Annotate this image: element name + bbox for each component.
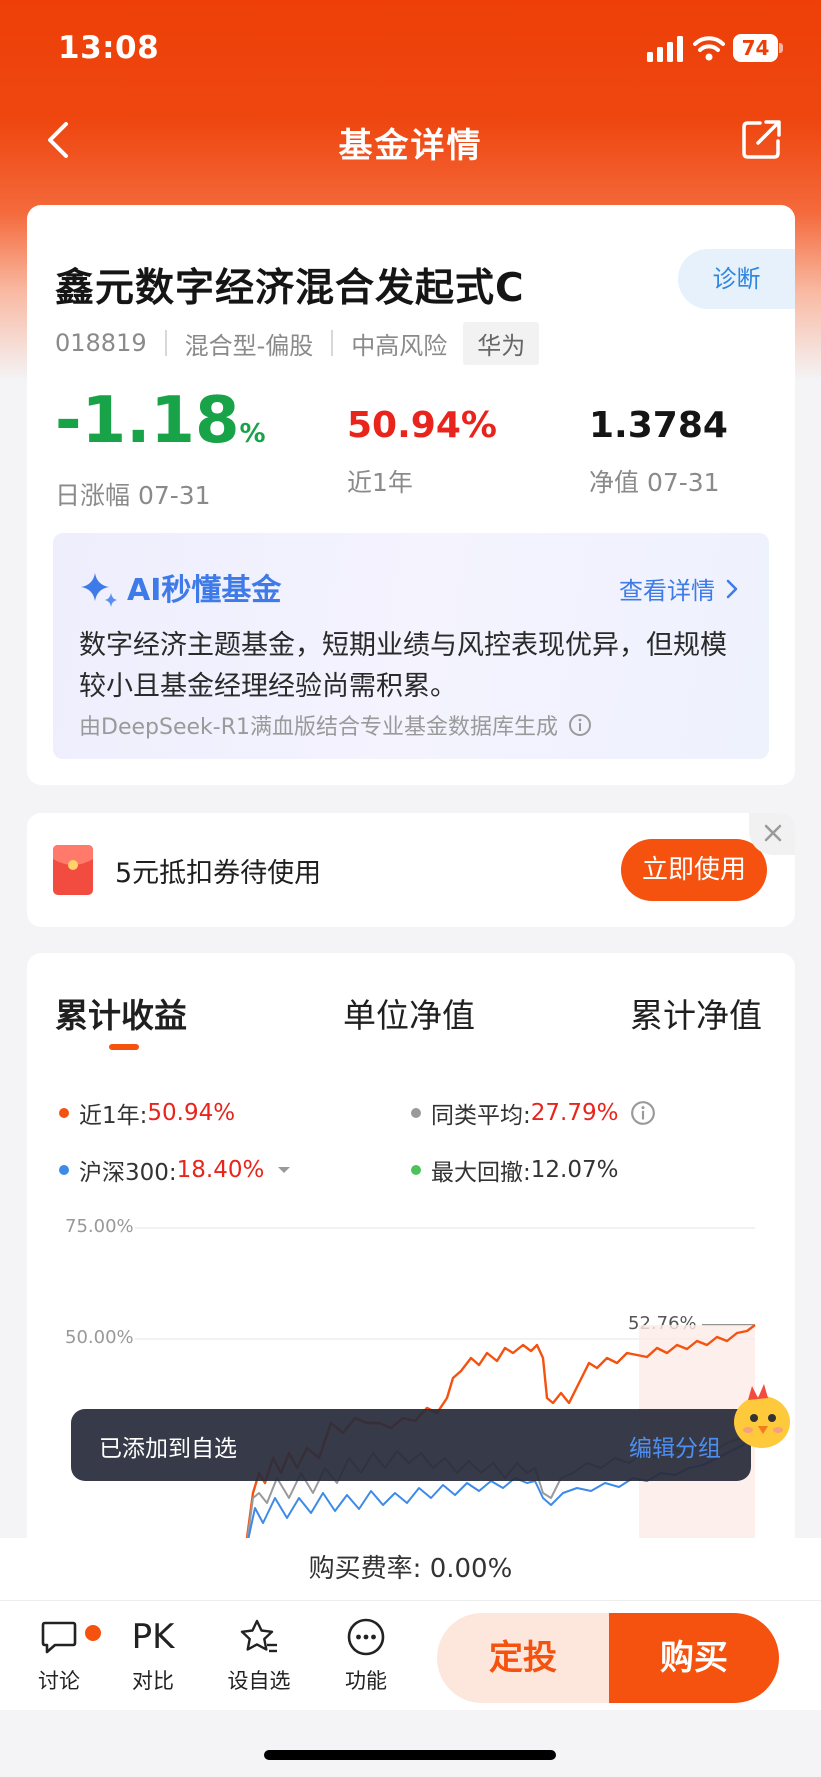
- diagnose-button[interactable]: 诊断: [678, 249, 795, 309]
- nav-label: 净值 07-31: [589, 468, 720, 497]
- fund-type: 混合型-偏股: [184, 331, 314, 360]
- notification-dot: [83, 1623, 103, 1643]
- one-year-value: 50.94%: [347, 405, 497, 446]
- status-time: 13:08: [58, 30, 160, 66]
- close-icon[interactable]: [749, 813, 795, 855]
- one-year-label: 近1年: [347, 468, 413, 497]
- fund-risk: 中高风险: [351, 331, 448, 360]
- ai-source-note: 由DeepSeek-R1满血版结合专业基金数据库生成: [79, 709, 592, 741]
- pk-icon: PK: [131, 1617, 175, 1657]
- ai-summary-title: AI秒懂基金: [127, 573, 282, 608]
- fund-name: 鑫元数字经济混合发起式C: [55, 266, 525, 311]
- ai-source-text: 由DeepSeek-R1满血版结合专业基金数据库生成: [79, 715, 558, 740]
- more-dots-icon: [347, 1618, 385, 1656]
- chat-bubble-icon: [41, 1621, 77, 1654]
- ai-view-details-label: 查看详情: [619, 577, 715, 605]
- compare-label: 对比: [132, 1669, 174, 1693]
- ai-view-details-link[interactable]: 查看详情: [619, 571, 739, 606]
- functions-label: 功能: [345, 1669, 387, 1693]
- coupon-text: 5元抵扣券待使用: [115, 858, 322, 889]
- star-list-icon: [240, 1619, 277, 1653]
- meta-divider: [331, 330, 334, 356]
- fund-theme-tag[interactable]: 华为: [463, 321, 540, 365]
- battery-icon: 74: [733, 34, 783, 62]
- one-year-stat: 50.94% 近1年: [347, 403, 497, 499]
- add-watchlist-button[interactable]: 设自选: [219, 1617, 299, 1695]
- sip-button[interactable]: 定投: [437, 1613, 609, 1703]
- fund-info-card: 鑫元数字经济混合发起式C 诊断 018819 混合型-偏股 中高风险 华为 -1…: [27, 205, 795, 785]
- ai-summary-box[interactable]: AI秒懂基金 查看详情 数字经济主题基金，短期业绩与风控表现优异，但规模较小且基…: [53, 533, 769, 759]
- fee-value: 0.00%: [429, 1554, 513, 1584]
- status-bar: 13:08 74: [0, 0, 821, 100]
- fund-meta: 018819 混合型-偏股 中高风险 华为: [55, 321, 540, 365]
- nav-value: 1.3784: [589, 405, 728, 446]
- wifi-icon: [693, 36, 725, 61]
- toast-added-to-watchlist: 已添加到自选 编辑分组: [71, 1409, 751, 1481]
- ai-sparkle-icon: [81, 573, 117, 607]
- edit-group-button[interactable]: 编辑分组: [629, 1429, 721, 1463]
- ai-summary-text: 数字经济主题基金，短期业绩与风控表现优异，但规模较小且基金经理经验尚需积累。: [79, 630, 727, 702]
- functions-button[interactable]: 功能: [326, 1617, 406, 1695]
- chick-mascot-icon[interactable]: [724, 1374, 796, 1456]
- toast-message: 已添加到自选: [99, 1436, 237, 1462]
- watchlist-label: 设自选: [227, 1669, 291, 1693]
- coupon-card: 5元抵扣券待使用 立即使用: [27, 813, 795, 927]
- share-icon[interactable]: [740, 117, 784, 161]
- meta-divider: [164, 330, 167, 356]
- cellular-signal-icon: [647, 36, 683, 62]
- daily-change-stat: -1.18% 日涨幅 07-31: [55, 385, 266, 512]
- chevron-right-icon: [726, 579, 738, 598]
- discuss-label: 讨论: [38, 1669, 80, 1693]
- fee-label: 购买费率:: [308, 1554, 422, 1584]
- daily-change-label: 日涨幅 07-31: [55, 481, 211, 510]
- nav-stat: 1.3784 净值 07-31: [589, 403, 728, 499]
- use-coupon-button[interactable]: 立即使用: [621, 839, 767, 901]
- info-icon[interactable]: [568, 713, 592, 737]
- daily-change-value: -1.18: [55, 384, 240, 458]
- page-title: 基金详情: [338, 126, 483, 166]
- home-indicator-area: [0, 1710, 821, 1777]
- daily-change-unit: %: [239, 419, 266, 449]
- purchase-fee-bar: 购买费率: 0.00%: [0, 1538, 821, 1600]
- buy-button[interactable]: 购买: [609, 1613, 779, 1703]
- red-envelope-icon: [53, 845, 93, 895]
- compare-button[interactable]: PK 对比: [113, 1617, 193, 1695]
- home-indicator[interactable]: [264, 1750, 556, 1760]
- nav-bar: 基金详情: [0, 100, 821, 180]
- bottom-action-bar: 讨论 PK 对比 设自选 功能 定投 购买: [0, 1600, 821, 1710]
- battery-level: 74: [741, 36, 770, 60]
- discuss-button[interactable]: 讨论: [19, 1617, 103, 1695]
- fund-code: 018819: [55, 329, 147, 357]
